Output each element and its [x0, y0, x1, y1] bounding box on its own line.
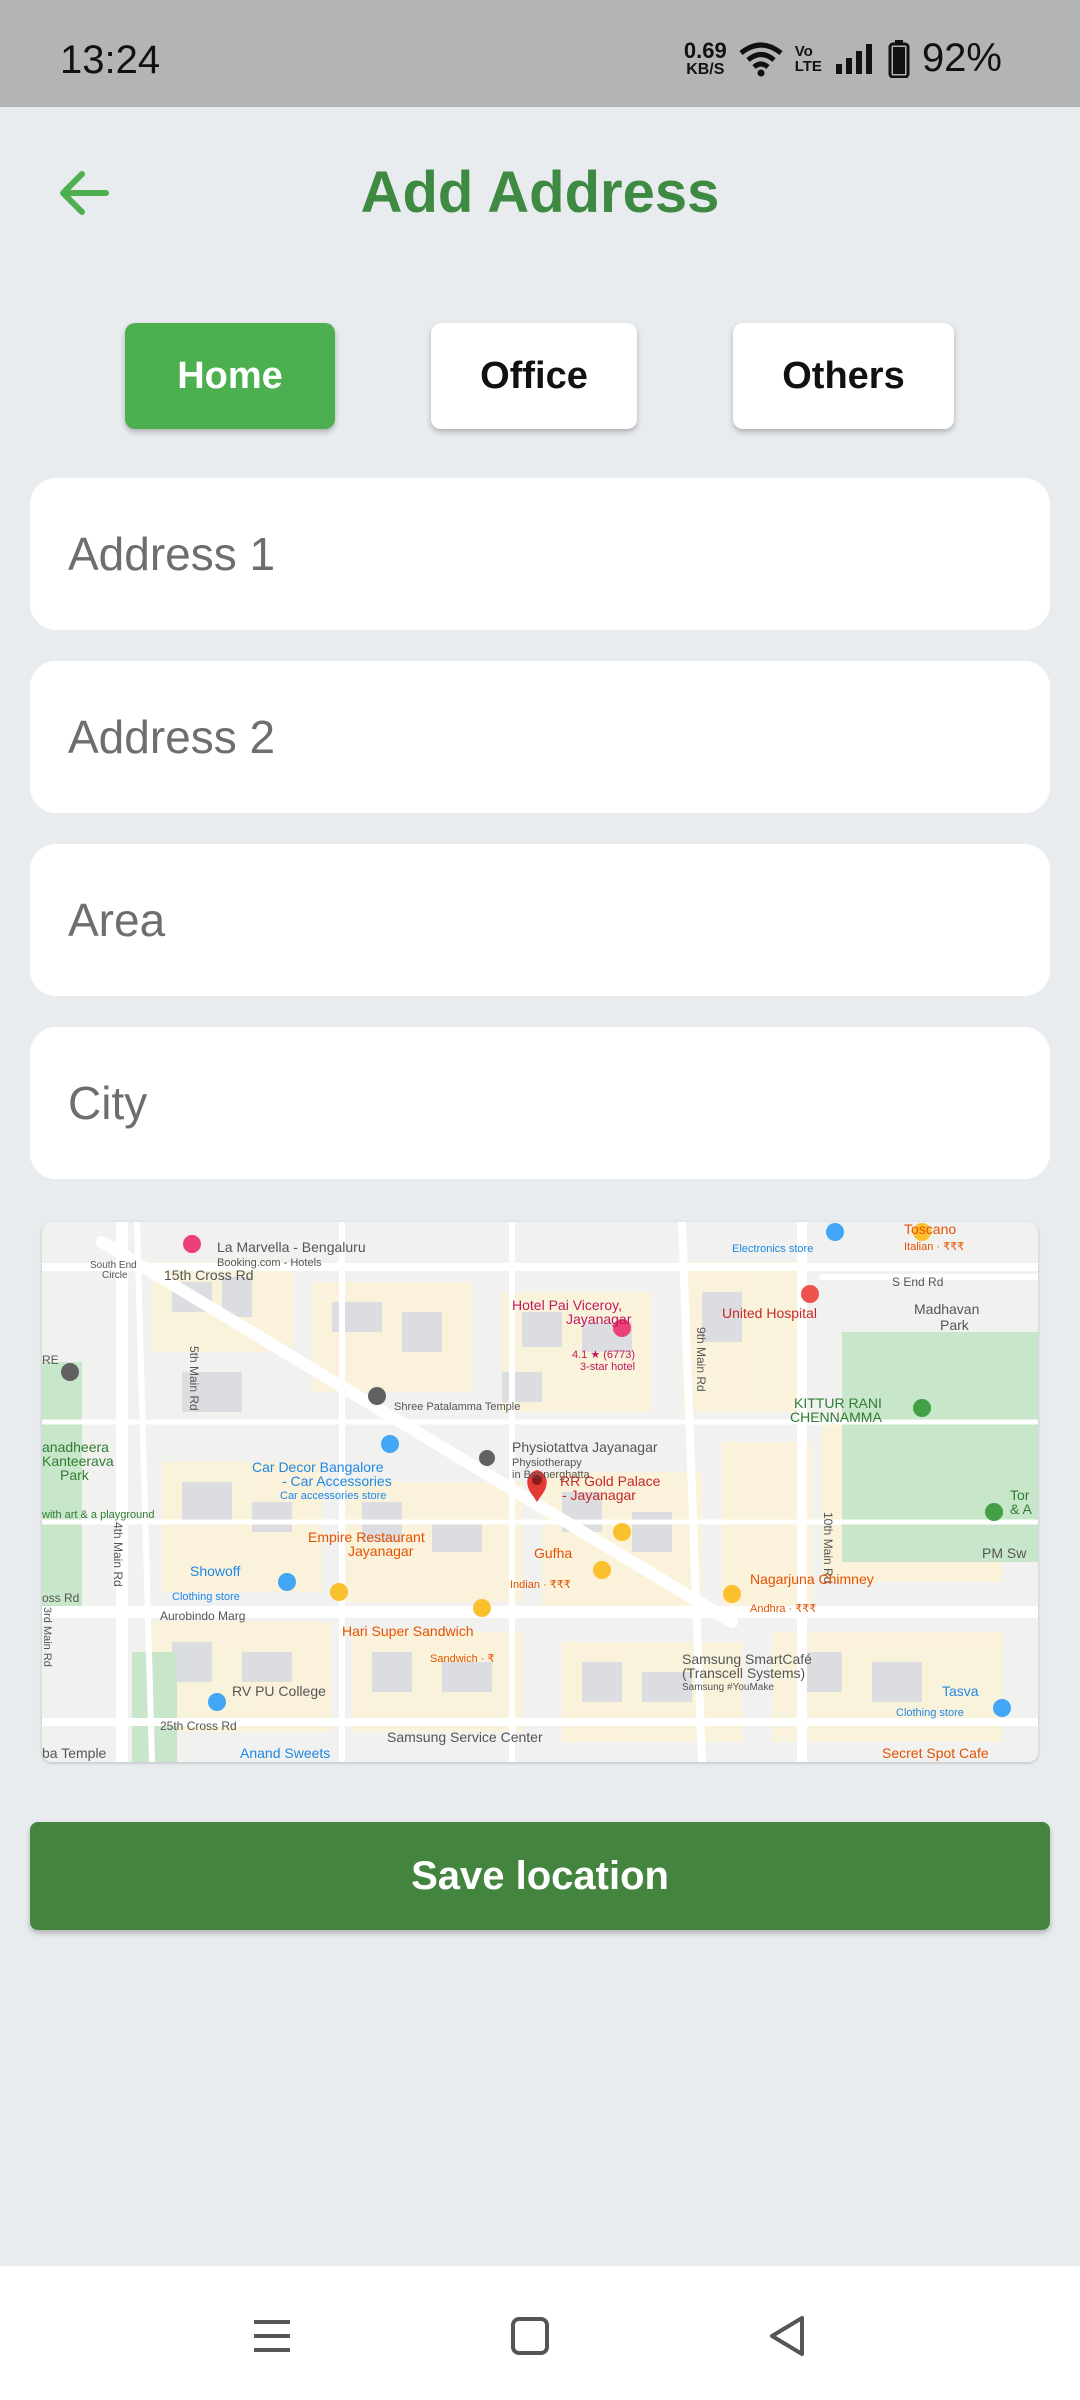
map-canvas[interactable]: La Marvella - Bengaluru Booking.com - Ho… — [42, 1222, 1038, 1762]
map-label-italian: Italian · ₹₹₹ — [904, 1241, 964, 1253]
map-label-electronics: Electronics store — [732, 1243, 813, 1255]
address1-field — [30, 478, 1050, 630]
map-label-park: Park — [60, 1467, 90, 1483]
map-label-rating: 4.1 ★ (6773) — [572, 1349, 635, 1361]
map-label-south-end2: Circle — [102, 1270, 128, 1281]
type-home-button[interactable]: Home — [125, 323, 335, 429]
type-others-button[interactable]: Others — [733, 323, 954, 429]
map-label-transcell: (Transcell Systems) — [682, 1665, 805, 1681]
status-icons: 0.69 KB/S Vo LTE 92% — [684, 36, 1002, 81]
app-bar: Add Address — [0, 107, 1080, 277]
map-label-aurobindo: Aurobindo Marg — [160, 1609, 245, 1623]
location-map[interactable]: La Marvella - Bengaluru Booking.com - Ho… — [42, 1222, 1038, 1762]
map-label-pm-sw: PM Sw — [982, 1545, 1027, 1561]
map-label-clothing: Clothing store — [172, 1591, 240, 1603]
map-label-ba-temple: ba Temple — [42, 1745, 107, 1761]
map-label-star-hotel: 3-star hotel — [580, 1361, 635, 1373]
area-input[interactable] — [66, 892, 1050, 948]
map-label-nagarjuna: Nagarjuna Chimney — [750, 1571, 874, 1587]
system-nav-bar — [0, 2266, 1080, 2400]
map-label-indian: Indian · ₹₹₹ — [510, 1579, 571, 1591]
map-label-main3: 3rd Main Rd — [42, 1607, 53, 1667]
map-label-playground: with art & a playground — [42, 1509, 155, 1521]
volte-top: Vo — [794, 42, 813, 60]
page-title: Add Address — [360, 160, 720, 225]
status-time: 13:24 — [60, 38, 161, 82]
map-label-youmake: Samsung #YouMake — [682, 1682, 774, 1693]
map-label-showoff: Showoff — [190, 1563, 240, 1579]
status-bar: 13:24 0.69 KB/S Vo LTE 92% — [0, 0, 1080, 107]
map-label-secret: Secret Spot Cafe — [882, 1745, 989, 1761]
map-label-toscano: Toscano — [904, 1222, 956, 1237]
map-label-tor2: & A — [1010, 1501, 1032, 1517]
map-label-clothing2: Clothing store — [896, 1707, 964, 1719]
map-label-s-end-rd: S End Rd — [892, 1275, 943, 1289]
signal-icon — [835, 43, 872, 74]
map-label-main9: 9th Main Rd — [694, 1327, 708, 1392]
address1-input[interactable] — [66, 526, 1050, 582]
area-field — [30, 844, 1050, 996]
map-label-tasva: Tasva — [942, 1683, 979, 1699]
map-label-cross15: 15th Cross Rd — [164, 1267, 253, 1283]
map-label-physio2: Physiotherapy — [512, 1457, 582, 1469]
back-triangle-icon[interactable] — [758, 2306, 818, 2366]
map-label-rv-pu: RV PU College — [232, 1683, 326, 1699]
map-label-main4: 4th Main Rd — [111, 1522, 125, 1587]
map-label-physio: Physiotattva Jayanagar — [512, 1439, 658, 1455]
map-label-temple: Shree Patalamma Temple — [394, 1401, 520, 1413]
network-speed-value: 0.69 — [683, 37, 727, 63]
volte-bottom: LTE — [794, 57, 822, 75]
map-label-madhavan: Madhavan — [914, 1301, 979, 1317]
wifi-icon — [739, 42, 783, 76]
map-label-sandwich: Sandwich · ₹ — [430, 1653, 494, 1665]
map-label-kittur2: CHENNAMMA — [790, 1409, 882, 1425]
save-location-button[interactable]: Save location — [30, 1822, 1050, 1930]
address2-field — [30, 661, 1050, 813]
battery-icon — [888, 39, 910, 78]
map-label-hotel-pai2: Jayanagar — [566, 1311, 632, 1327]
type-office-button[interactable]: Office — [431, 323, 637, 429]
battery-percent: 92% — [921, 36, 1002, 80]
city-field — [30, 1027, 1050, 1179]
map-label-rr-gold2: - Jayanagar — [562, 1487, 636, 1503]
map-label-cross25: 25th Cross Rd — [160, 1719, 237, 1733]
network-speed-unit: KB/S — [686, 60, 725, 78]
map-label-car-decor2: - Car Accessories — [282, 1473, 392, 1489]
menu-icon[interactable] — [242, 2306, 302, 2366]
map-label-united: United Hospital — [722, 1305, 817, 1321]
map-label-re: RE — [42, 1353, 59, 1367]
map-label-andhra: Andhra · ₹₹₹ — [750, 1603, 816, 1615]
home-square-icon[interactable] — [500, 2306, 560, 2366]
map-label-hari: Hari Super Sandwich — [342, 1623, 474, 1639]
city-input[interactable] — [66, 1075, 1050, 1131]
volte-indicator: Vo LTE — [795, 44, 822, 74]
map-label-anand: Anand Sweets — [240, 1745, 330, 1761]
network-speed: 0.69 KB/S — [683, 37, 727, 78]
map-label-la-marvella: La Marvella - Bengaluru — [217, 1239, 366, 1255]
map-label-oss-rd: oss Rd — [42, 1591, 79, 1605]
map-label-car-store: Car accessories store — [280, 1490, 386, 1502]
address2-input[interactable] — [66, 709, 1050, 765]
map-label-empire2: Jayanagar — [348, 1543, 414, 1559]
map-label-gufha: Gufha — [534, 1545, 572, 1561]
map-label-madhavan2: Park — [940, 1317, 970, 1333]
map-label-main5: 5th Main Rd — [187, 1346, 201, 1411]
map-label-samsung-service: Samsung Service Center — [387, 1729, 543, 1745]
